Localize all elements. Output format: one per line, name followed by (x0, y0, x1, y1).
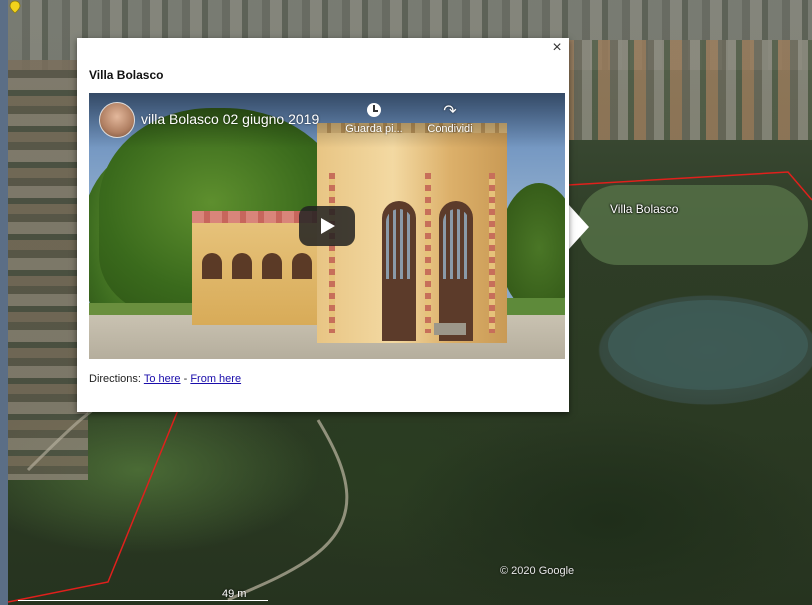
video-wall-window (202, 253, 222, 279)
park-boundary-line (567, 171, 812, 201)
share-button[interactable]: ↷ Condividi (415, 103, 485, 135)
directions: Directions: To here - From here (89, 373, 241, 385)
video-embed[interactable]: villa Bolasco 02 giugno 2019 Guarda pi..… (89, 93, 565, 359)
clock-icon (367, 103, 381, 117)
watch-later-button[interactable]: Guarda pi... (339, 103, 409, 135)
map-pin-icon[interactable] (8, 0, 22, 14)
video-pavilion-arch (382, 201, 416, 341)
share-icon: ↷ (443, 103, 457, 120)
video-pavilion-column (489, 173, 495, 333)
map-copyright: © 2020 Google (500, 565, 575, 577)
map-scale-label: 49 m (222, 588, 247, 600)
map-scale-bar (18, 600, 268, 601)
info-window-tail (569, 205, 589, 249)
directions-from-here-link[interactable]: From here (190, 373, 241, 385)
video-tree-right (499, 183, 565, 313)
video-pavilion-arch (439, 201, 473, 341)
video-wall-window (262, 253, 282, 279)
park-boundary-line-left (8, 409, 179, 603)
close-button[interactable]: × (549, 40, 565, 56)
info-window: × Villa Bolasco villa Bolasco 02 giugno … (77, 38, 569, 412)
video-title[interactable]: villa Bolasco 02 giugno 2019 (141, 111, 319, 127)
video-wall-window (292, 253, 312, 279)
info-window-title: Villa Bolasco (89, 68, 164, 82)
share-label: Condividi (427, 123, 473, 135)
channel-avatar[interactable] (99, 102, 135, 138)
directions-prefix: Directions: (89, 373, 141, 385)
video-pavilion-column (329, 173, 335, 333)
park-path (227, 419, 349, 602)
directions-to-here-link[interactable]: To here (144, 373, 181, 385)
video-fountain (434, 323, 466, 335)
video-pavilion-column (425, 173, 431, 333)
video-wall-window (232, 253, 252, 279)
play-button[interactable] (299, 206, 355, 246)
watch-later-label: Guarda pi... (345, 123, 403, 135)
directions-separator: - (183, 373, 188, 385)
map-place-label[interactable]: Villa Bolasco (610, 202, 678, 216)
